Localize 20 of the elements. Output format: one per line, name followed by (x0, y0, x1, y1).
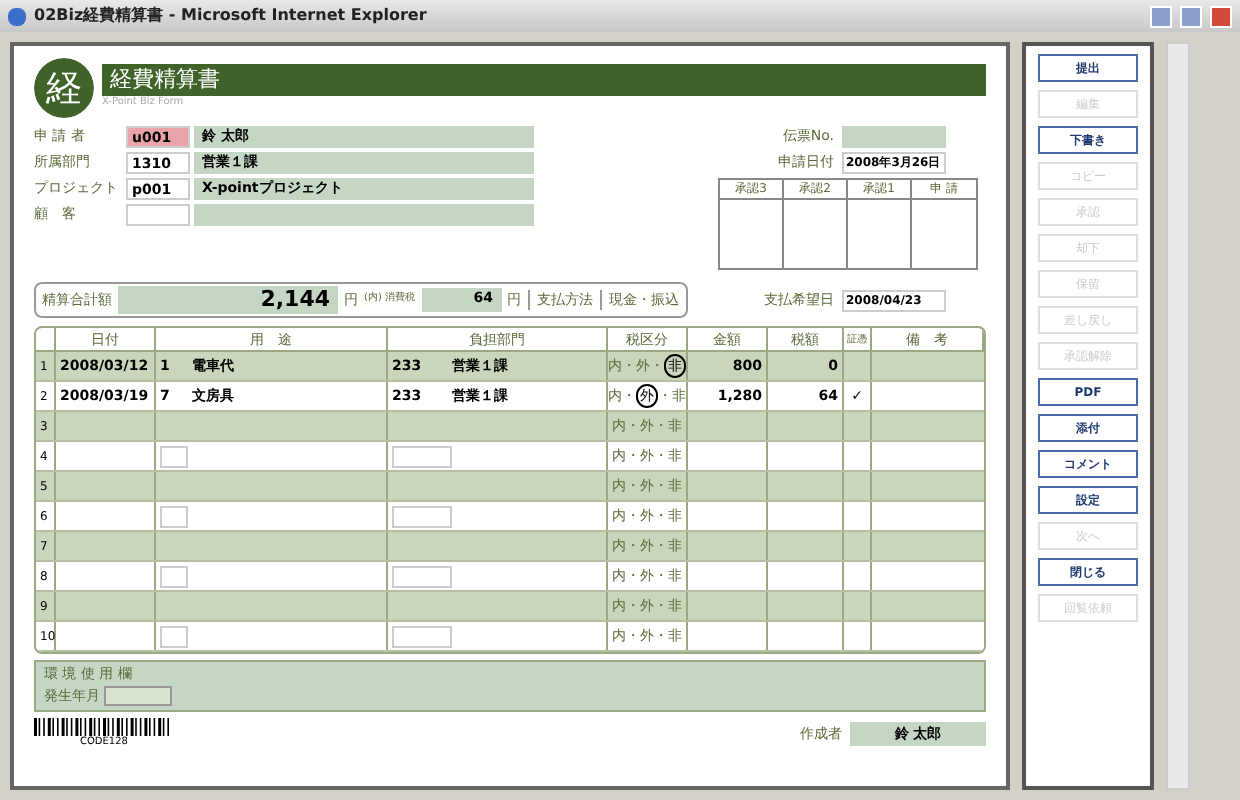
use-code-field[interactable] (160, 625, 188, 647)
use-code-field[interactable] (160, 565, 188, 587)
form-title: 経費精算書 (102, 64, 986, 96)
barcode-drawing (34, 718, 174, 736)
voucher-field[interactable] (842, 126, 946, 148)
logo: 経 (34, 58, 94, 118)
use-code-field[interactable] (160, 445, 188, 467)
minimize-button[interactable] (1150, 5, 1172, 27)
dept-code-field[interactable] (392, 565, 452, 587)
dept-code-field[interactable] (392, 625, 452, 647)
use-code-field[interactable] (160, 505, 188, 527)
window-title: 02Biz経費精算書 - Microsoft Internet Explorer (34, 4, 427, 28)
total-field: 2,144 (118, 286, 338, 314)
browser-icon (8, 7, 26, 25)
close-button[interactable] (1210, 5, 1232, 27)
month-field[interactable] (104, 685, 172, 706)
dept-code-field[interactable] (392, 505, 452, 527)
code-field[interactable] (126, 204, 190, 226)
dept-code-field[interactable] (392, 445, 452, 467)
maximize-button[interactable] (1180, 5, 1202, 27)
